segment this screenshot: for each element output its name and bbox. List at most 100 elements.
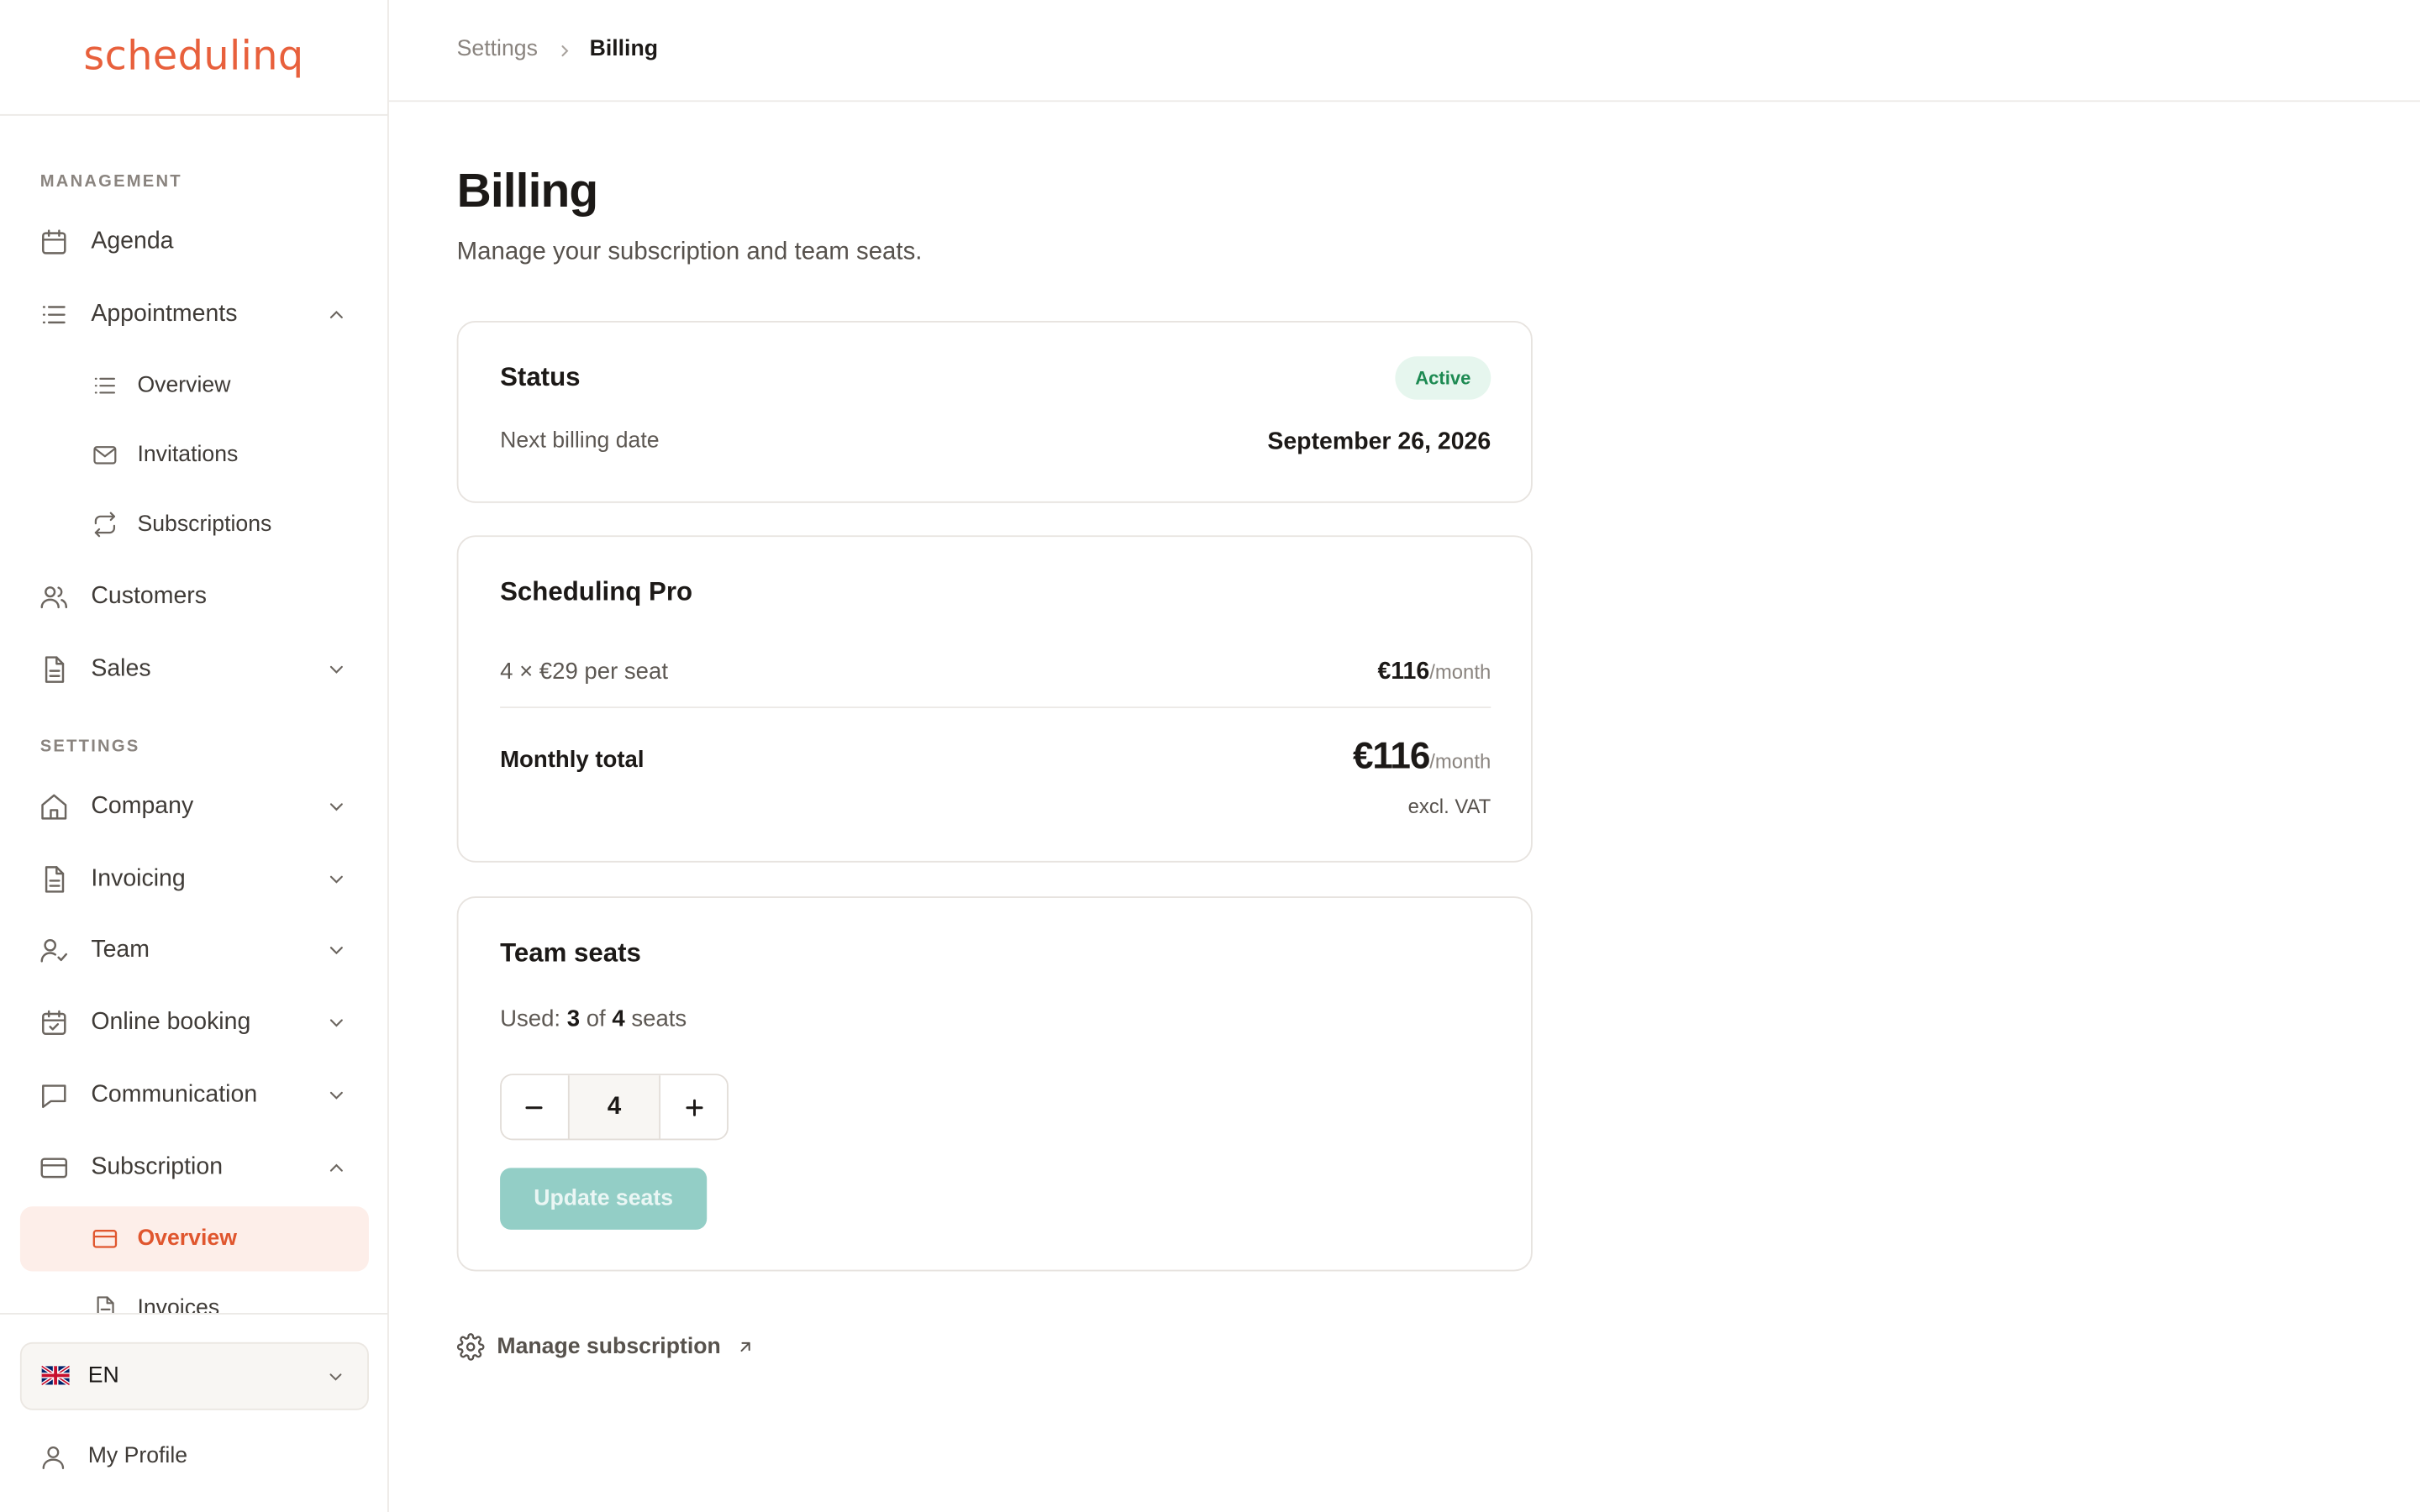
chevron-down-icon [326,1367,346,1387]
sidebar-item-appointments-overview[interactable]: Overview [20,354,369,418]
plan-title: Schedulinq Pro [500,576,693,606]
manage-subscription-link[interactable]: Manage subscription [456,1330,755,1363]
document-icon [91,1294,118,1314]
sidebar-footer: EN My Profile [0,1313,388,1512]
language-label: EN [87,1363,119,1389]
line-per-month: /month [1429,660,1491,684]
sidebar-item-label: Online booking [91,1009,251,1036]
sidebar-item-label: Agenda [91,228,174,255]
chat-icon [39,1080,70,1111]
sidebar-item-subscription-overview[interactable]: Overview [19,1206,369,1272]
seats-of: of [586,1005,606,1032]
plan-card: Schedulinq Pro 4 × €29 per seat €116 /mo… [456,535,1533,863]
main-content: Billing Manage your subscription and tea… [389,102,2420,1512]
sidebar-item-customers[interactable]: Customers [20,564,369,629]
update-seats-button[interactable]: Update seats [500,1168,708,1230]
language-select[interactable]: EN [19,1341,369,1410]
list-icon [91,372,118,400]
chevron-down-icon [326,940,348,962]
status-card: Status Active Next billing date Septembe… [456,321,1533,503]
chevron-up-icon [326,1158,348,1179]
breadcrumb-billing: Billing [589,37,659,62]
list-icon [39,299,70,330]
seats-used-prefix: Used: [500,1005,561,1032]
sidebar-item-label: Invoicing [91,865,186,892]
total-per-month: /month [1429,749,1491,774]
line-price: €116 /month [1377,659,1491,686]
vat-note: excl. VAT [1407,794,1491,818]
sidebar-item-company[interactable]: Company [20,774,369,839]
sidebar-item-sales[interactable]: Sales [20,638,369,702]
sidebar-item-invitations[interactable]: Invitations [20,423,369,487]
seats-used-count: 3 [566,1005,581,1032]
seats-stepper: 4 [500,1074,729,1141]
sidebar-item-appointments[interactable]: Appointments [20,282,369,347]
chevron-down-icon [326,659,348,680]
sidebar-item-label: Company [91,793,194,820]
chevron-down-icon [326,869,348,890]
sidebar-item-label: Communication [91,1081,258,1108]
profile-label: My Profile [87,1444,188,1469]
sidebar-item-communication[interactable]: Communication [20,1063,369,1127]
section-label-management: MANAGEMENT [39,172,182,192]
sidebar-item-label: Overview [137,1226,237,1252]
minus-icon [526,1105,544,1109]
sidebar-item-label: Subscriptions [137,512,272,538]
increment-button[interactable] [660,1075,728,1139]
next-billing-label: Next billing date [500,428,660,454]
seats-quantity-input[interactable]: 4 [567,1075,661,1139]
sidebar-item-subscriptions[interactable]: Subscriptions [20,492,369,557]
sidebar-item-subscription[interactable]: Subscription [20,1136,369,1200]
total-amount: €116 [1353,736,1430,778]
chevron-down-icon [326,796,348,818]
calendar-icon [39,227,70,258]
external-link-icon [736,1337,755,1356]
sidebar-item-label: Subscription [91,1153,224,1181]
chevron-right-icon [555,42,574,60]
line-amount: €116 [1377,659,1430,685]
calendar-check-icon [39,1007,70,1038]
team-seats-card: Team seats Used: 3 of 4 seats 4 Update s… [456,896,1533,1272]
sidebar-item-label: Customers [91,583,208,610]
manage-subscription-label: Manage subscription [497,1334,721,1360]
sidebar-item-label: Invitations [137,443,239,468]
credit-card-icon [91,1225,118,1252]
status-title: Status [500,362,581,392]
document-icon [39,654,70,685]
repeat-icon [91,511,118,538]
sidebar-item-team[interactable]: Team [20,918,369,983]
status-badge: Active [1395,356,1491,400]
logo-area: schedulinq [0,0,388,116]
user-icon [39,1442,68,1472]
monthly-total-price: €116 /month [1353,736,1491,779]
breadcrumb-settings[interactable]: Settings [457,37,538,61]
sidebar-item-label: Invoices [137,1295,220,1314]
app-logo[interactable]: schedulinq [83,34,303,80]
team-seats-title: Team seats [500,937,641,968]
next-billing-date: September 26, 2026 [1267,428,1491,455]
sidebar-item-online-booking[interactable]: Online booking [20,990,369,1055]
plus-icon [685,1098,702,1116]
chevron-up-icon [326,304,348,326]
sidebar: schedulinq MANAGEMENT Agenda Appointment… [0,0,389,1512]
home-icon [39,791,70,822]
divider [500,706,1491,709]
mail-icon [91,441,118,469]
uk-flag-icon [41,1365,70,1386]
section-label-settings: SETTINGS [39,737,140,756]
seats-total-count: 4 [612,1005,625,1032]
page-subtitle: Manage your subscription and team seats. [456,239,923,265]
sidebar-item-label: Sales [91,655,151,682]
document-icon [39,864,70,895]
credit-card-icon [39,1152,70,1184]
sidebar-item-invoicing[interactable]: Invoicing [20,847,369,911]
sidebar-item-label: Team [91,936,150,963]
chevron-down-icon [326,1012,348,1034]
sidebar-item-invoices[interactable]: Invoices [20,1276,369,1314]
decrement-button[interactable] [501,1075,568,1139]
user-check-icon [39,935,70,966]
page-title: Billing [456,163,598,218]
sidebar-item-agenda[interactable]: Agenda [20,210,369,275]
my-profile-link[interactable]: My Profile [20,1425,369,1487]
gear-icon [456,1333,485,1361]
